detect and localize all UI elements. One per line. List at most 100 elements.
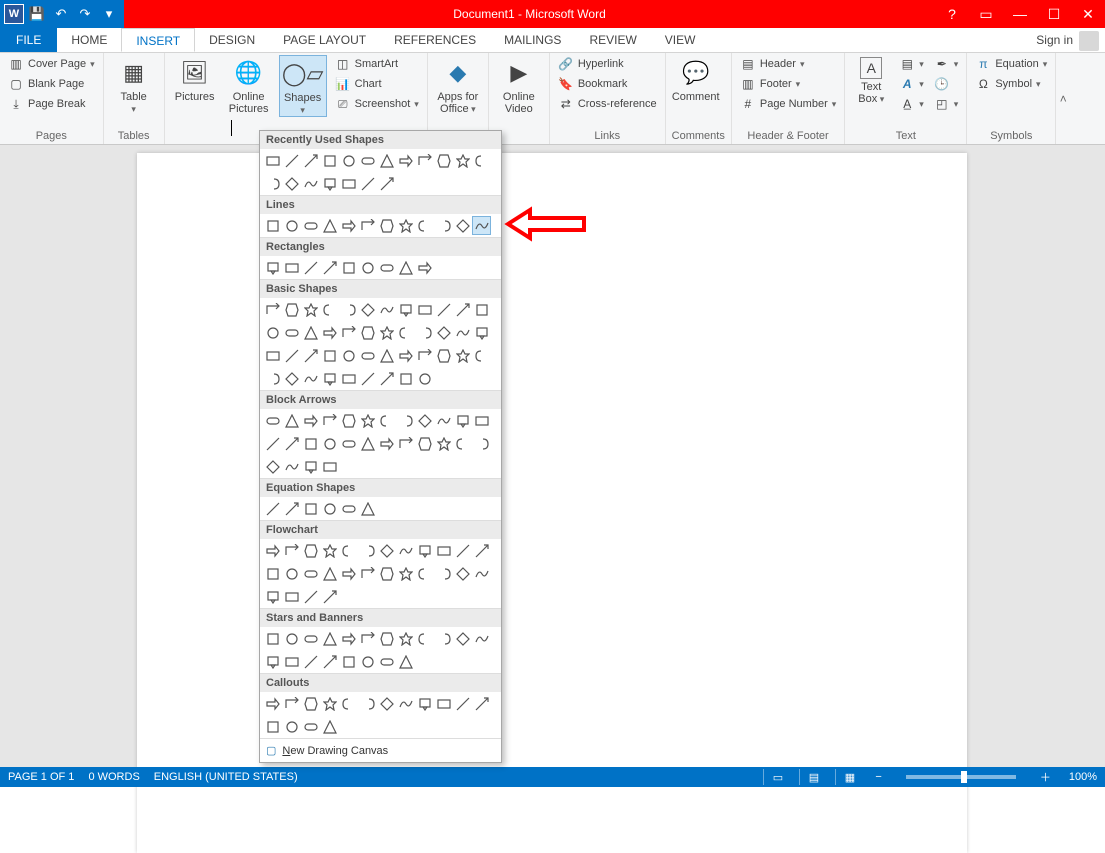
- tab-home[interactable]: HOME: [57, 28, 121, 52]
- view-web-layout-button[interactable]: ▦: [835, 769, 857, 785]
- shape-item[interactable]: [282, 434, 301, 453]
- shape-item[interactable]: [263, 629, 282, 648]
- shape-item[interactable]: [434, 411, 453, 430]
- tab-references[interactable]: REFERENCES: [380, 28, 490, 52]
- shape-item[interactable]: [263, 587, 282, 606]
- shape-item[interactable]: [396, 652, 415, 671]
- shape-item[interactable]: [320, 174, 339, 193]
- shape-item[interactable]: [358, 216, 377, 235]
- shape-item[interactable]: [377, 652, 396, 671]
- blank-page-button[interactable]: ▢Blank Page: [6, 75, 97, 93]
- view-read-mode-button[interactable]: ▭: [763, 769, 785, 785]
- shape-item[interactable]: [282, 346, 301, 365]
- shape-item[interactable]: [472, 629, 491, 648]
- shape-item[interactable]: [263, 411, 282, 430]
- shape-item[interactable]: [301, 717, 320, 736]
- shape-item[interactable]: [320, 258, 339, 277]
- status-words[interactable]: 0 WORDS: [88, 771, 139, 783]
- shape-item[interactable]: [282, 151, 301, 170]
- shape-item[interactable]: [415, 434, 434, 453]
- shape-item[interactable]: [282, 564, 301, 583]
- new-drawing-canvas-item[interactable]: ▢ New Drawing Canvas: [260, 738, 501, 762]
- shape-item[interactable]: [472, 694, 491, 713]
- shape-item[interactable]: [377, 564, 396, 583]
- text-box-button[interactable]: AText Box: [851, 55, 891, 105]
- shape-item[interactable]: [377, 151, 396, 170]
- shape-item[interactable]: [415, 258, 434, 277]
- status-page[interactable]: PAGE 1 OF 1: [8, 771, 74, 783]
- tab-page-layout[interactable]: PAGE LAYOUT: [269, 28, 380, 52]
- shape-item[interactable]: [358, 174, 377, 193]
- tab-file[interactable]: FILE: [0, 28, 57, 52]
- shapes-button[interactable]: ◯▱Shapes▾: [279, 55, 327, 117]
- shape-item[interactable]: [434, 346, 453, 365]
- minimize-button[interactable]: —: [1003, 0, 1037, 28]
- shape-item[interactable]: [301, 652, 320, 671]
- shape-item[interactable]: [415, 564, 434, 583]
- shape-item[interactable]: [263, 694, 282, 713]
- shape-item[interactable]: [453, 216, 472, 235]
- shape-item[interactable]: [434, 541, 453, 560]
- shape-item[interactable]: [320, 564, 339, 583]
- shape-item[interactable]: [320, 499, 339, 518]
- apps-for-office-button[interactable]: ◆Apps for Office: [434, 55, 482, 115]
- shape-item[interactable]: [472, 151, 491, 170]
- comment-button[interactable]: 💬Comment: [672, 55, 720, 103]
- shape-item[interactable]: [434, 323, 453, 342]
- quick-parts-button[interactable]: ▤: [897, 55, 926, 73]
- shape-item[interactable]: [472, 300, 491, 319]
- shape-item[interactable]: [339, 323, 358, 342]
- shape-item[interactable]: [415, 151, 434, 170]
- shape-item[interactable]: [396, 151, 415, 170]
- zoom-in-button[interactable]: ＋: [1036, 769, 1055, 785]
- shape-item[interactable]: [320, 541, 339, 560]
- shape-item[interactable]: [301, 694, 320, 713]
- shape-item[interactable]: [358, 369, 377, 388]
- shape-item[interactable]: [472, 216, 491, 235]
- shape-item[interactable]: [320, 151, 339, 170]
- pictures-button[interactable]: 🖼Pictures: [171, 55, 219, 103]
- shape-item[interactable]: [396, 216, 415, 235]
- shape-item[interactable]: [282, 587, 301, 606]
- shape-item[interactable]: [301, 587, 320, 606]
- zoom-out-button[interactable]: −: [871, 771, 885, 783]
- shape-item[interactable]: [472, 541, 491, 560]
- shape-item[interactable]: [301, 300, 320, 319]
- smartart-button[interactable]: ◫SmartArt: [333, 55, 421, 73]
- shape-item[interactable]: [377, 434, 396, 453]
- shape-item[interactable]: [434, 629, 453, 648]
- shape-item[interactable]: [415, 541, 434, 560]
- shape-item[interactable]: [301, 499, 320, 518]
- shape-item[interactable]: [415, 411, 434, 430]
- shape-item[interactable]: [358, 499, 377, 518]
- shape-item[interactable]: [301, 258, 320, 277]
- shape-item[interactable]: [377, 694, 396, 713]
- shape-item[interactable]: [396, 300, 415, 319]
- shape-item[interactable]: [377, 323, 396, 342]
- object-button[interactable]: ◰: [932, 95, 961, 113]
- cross-reference-button[interactable]: ⇄Cross-reference: [556, 95, 659, 113]
- shape-item[interactable]: [358, 564, 377, 583]
- shape-item[interactable]: [282, 499, 301, 518]
- shape-item[interactable]: [282, 541, 301, 560]
- maximize-button[interactable]: ☐: [1037, 0, 1071, 28]
- tab-review[interactable]: REVIEW: [575, 28, 650, 52]
- shape-item[interactable]: [472, 564, 491, 583]
- shape-item[interactable]: [263, 300, 282, 319]
- shape-item[interactable]: [320, 652, 339, 671]
- shape-item[interactable]: [282, 216, 301, 235]
- shape-item[interactable]: [282, 652, 301, 671]
- shape-item[interactable]: [263, 258, 282, 277]
- shape-item[interactable]: [301, 411, 320, 430]
- shape-item[interactable]: [339, 151, 358, 170]
- shape-item[interactable]: [434, 151, 453, 170]
- shape-item[interactable]: [301, 323, 320, 342]
- save-button[interactable]: 💾: [26, 3, 48, 25]
- shape-item[interactable]: [358, 434, 377, 453]
- shape-item[interactable]: [263, 346, 282, 365]
- shape-item[interactable]: [434, 300, 453, 319]
- shape-item[interactable]: [301, 369, 320, 388]
- shape-item[interactable]: [358, 411, 377, 430]
- online-pictures-button[interactable]: 🌐Online Pictures: [225, 55, 273, 115]
- close-button[interactable]: ✕: [1071, 0, 1105, 28]
